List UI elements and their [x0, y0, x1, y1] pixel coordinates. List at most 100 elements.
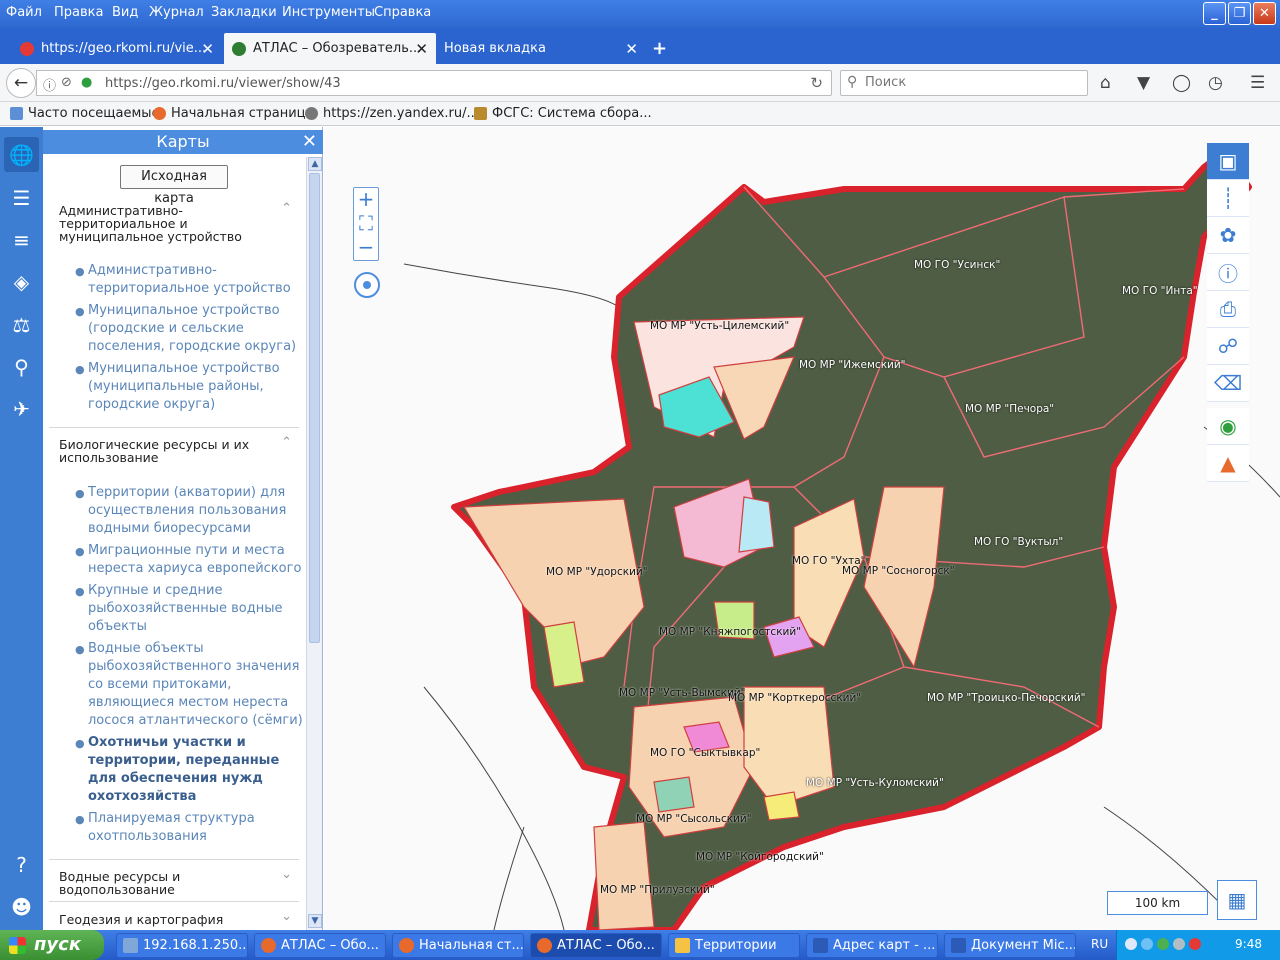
scroll-up-icon[interactable]: ▲: [308, 157, 322, 171]
antivirus-icon[interactable]: [1189, 938, 1201, 950]
locate-icon[interactable]: [354, 272, 380, 298]
tracking-icon[interactable]: ⊘: [61, 75, 72, 90]
tab-new[interactable]: Новая вкладка ✕: [436, 33, 646, 64]
legend-list-icon[interactable]: ≡: [4, 222, 39, 257]
print-icon[interactable]: ⎙: [1207, 291, 1249, 328]
layer-link[interactable]: Административно-территориальное устройст…: [88, 262, 303, 298]
chevron-down-icon[interactable]: ⌄: [281, 909, 292, 924]
reset-map-button[interactable]: Исходная карта: [120, 165, 228, 206]
layer-link[interactable]: Миграционные пути и места нереста хариус…: [88, 542, 303, 578]
divider: [49, 859, 299, 860]
basemap-grid-icon[interactable]: ▦: [1217, 880, 1257, 920]
start-button[interactable]: пуск: [0, 930, 104, 960]
taskbar-item[interactable]: Территории: [668, 933, 800, 958]
search-icon[interactable]: ⚲: [4, 349, 39, 384]
menu-history[interactable]: Журнал: [149, 5, 204, 20]
info-icon[interactable]: ⓘ: [43, 75, 56, 94]
taskbar-item[interactable]: Документ Mic...: [944, 933, 1076, 958]
language-indicator[interactable]: RU: [1091, 937, 1108, 951]
taskbar-item[interactable]: 192.168.1.250...: [116, 933, 248, 958]
chevron-down-icon[interactable]: ⌄: [281, 867, 292, 882]
layer-link[interactable]: Территории (акватории) для осуществления…: [88, 484, 303, 538]
layers-icon[interactable]: ☰: [4, 180, 39, 215]
tab-atlas[interactable]: АТЛАС – Обозреватель... ✕: [224, 33, 436, 64]
mask-icon[interactable]: ◯: [1172, 73, 1191, 93]
close-icon[interactable]: ✕: [201, 40, 214, 58]
taskbar-item[interactable]: Адрес карт - ...: [806, 933, 938, 958]
bookmark-zen[interactable]: https://zen.yandex.ru/...: [305, 106, 479, 121]
menu-tools[interactable]: Инструменты: [282, 5, 375, 20]
layer-link[interactable]: Крупные и средние рыбохозяйственные водн…: [88, 582, 303, 636]
search-bar[interactable]: ⚲: [840, 70, 1088, 96]
money-bag-icon[interactable]: ◉: [1207, 408, 1249, 445]
map-label: МО МР "Сысольский": [636, 813, 752, 825]
chevron-up-icon[interactable]: ⌃: [281, 201, 292, 216]
ruler-icon[interactable]: ┊: [1207, 180, 1249, 217]
route-icon[interactable]: ⚖: [4, 307, 39, 342]
taskbar-item[interactable]: АТЛАС – Обо...: [254, 933, 386, 958]
scroll-thumb[interactable]: [309, 173, 320, 643]
map-canvas[interactable]: МО ГО "Усинск" МО ГО "Инта" МО МР "Усть-…: [324, 127, 1280, 930]
menu-icon[interactable]: ☰: [1250, 73, 1265, 93]
network-icon[interactable]: [1157, 938, 1169, 950]
close-window-button[interactable]: ✕: [1253, 2, 1276, 25]
menu-bookmarks[interactable]: Закладки: [211, 5, 277, 20]
info-icon[interactable]: ⓘ: [1207, 254, 1249, 291]
history-icon[interactable]: ◷: [1208, 73, 1223, 93]
search-input[interactable]: [865, 75, 1065, 90]
zoom-in-button[interactable]: +: [354, 188, 378, 212]
layer-link[interactable]: Водные объекты рыбохозяйственного значен…: [88, 640, 303, 730]
fullscreen-icon[interactable]: ⛶: [354, 212, 378, 236]
layer-link[interactable]: Муниципальное устройство (муниципальные …: [88, 360, 303, 414]
tray-icon[interactable]: [1141, 938, 1153, 950]
menu-help[interactable]: Справка: [374, 5, 431, 20]
tray-arrow-icon[interactable]: [1125, 938, 1137, 950]
menu-view[interactable]: Вид: [112, 5, 138, 20]
pocket-icon[interactable]: ▼: [1137, 73, 1150, 93]
chevron-up-icon[interactable]: ⌃: [281, 435, 292, 450]
tab-geo-rkomi[interactable]: https://geo.rkomi.ru/vie... ✕: [12, 33, 222, 64]
section-water-title[interactable]: Водные ресурсы и водопользование: [59, 870, 289, 896]
lock-icon[interactable]: ●: [81, 75, 92, 90]
satellite-icon[interactable]: ✈: [4, 391, 39, 426]
layer-link-selected[interactable]: Охотничьи участки и территории, переданн…: [88, 734, 303, 806]
menu-file[interactable]: Файл: [6, 5, 42, 20]
zoom-out-button[interactable]: −: [354, 236, 378, 260]
section-bio-title[interactable]: Биологические ресурсы и их использование: [59, 438, 289, 464]
back-button[interactable]: ←: [6, 68, 36, 98]
volume-icon[interactable]: [1173, 938, 1185, 950]
help-icon[interactable]: ?: [4, 847, 39, 882]
user-icon[interactable]: ☻: [4, 889, 39, 924]
url-bar[interactable]: ⓘ ⊘ ● https://geo.rkomi.ru/viewer/show/4…: [36, 70, 832, 96]
minimize-button[interactable]: _: [1203, 2, 1226, 25]
panel-scrollbar[interactable]: ▲ ▼: [306, 157, 322, 930]
reload-icon[interactable]: ↻: [810, 74, 823, 92]
taskbar-item-active[interactable]: АТЛАС – Обо...: [530, 933, 662, 958]
tag-icon[interactable]: ◈: [4, 264, 39, 299]
section-admin-title[interactable]: Административно-территориальное и муници…: [59, 204, 289, 243]
maps-panel: Карты ✕ Исходная карта Административно-т…: [43, 127, 323, 930]
left-tool-rail: 🌐 ☰ ≡ ◈ ⚖ ⚲ ✈ ? ☻: [0, 127, 43, 930]
layer-link[interactable]: Планируемая структура охотпользования: [88, 810, 303, 846]
restore-button[interactable]: ❐: [1228, 2, 1251, 25]
bookmark-fsgs[interactable]: ФСГС: Система сбора...: [474, 106, 652, 121]
bookmark-home-page[interactable]: Начальная страница: [153, 106, 313, 121]
pin-icon[interactable]: ✿: [1207, 217, 1249, 254]
taskbar-item[interactable]: Начальная ст...: [392, 933, 524, 958]
layer-link[interactable]: Муниципальное устройство (городские и се…: [88, 302, 303, 356]
close-icon[interactable]: ✕: [302, 130, 317, 154]
toolbox-icon[interactable]: ▣: [1207, 143, 1249, 180]
close-icon[interactable]: ✕: [415, 40, 428, 58]
section-geodesy-title[interactable]: Геодезия и картография: [59, 913, 289, 926]
maps-globe-icon[interactable]: 🌐: [4, 137, 39, 172]
url-text[interactable]: https://geo.rkomi.ru/viewer/show/43: [105, 76, 341, 91]
new-tab-button[interactable]: +: [652, 38, 667, 59]
home-icon[interactable]: ⌂: [1100, 73, 1111, 93]
scroll-down-icon[interactable]: ▼: [308, 914, 322, 928]
close-icon[interactable]: ✕: [625, 40, 638, 58]
bookmark-most-visited[interactable]: Часто посещаемые: [10, 106, 160, 121]
menu-edit[interactable]: Правка: [54, 5, 103, 20]
share-icon[interactable]: ☍: [1207, 328, 1249, 365]
fire-icon[interactable]: ▲: [1207, 445, 1249, 482]
eraser-icon[interactable]: ⌫: [1207, 365, 1249, 402]
